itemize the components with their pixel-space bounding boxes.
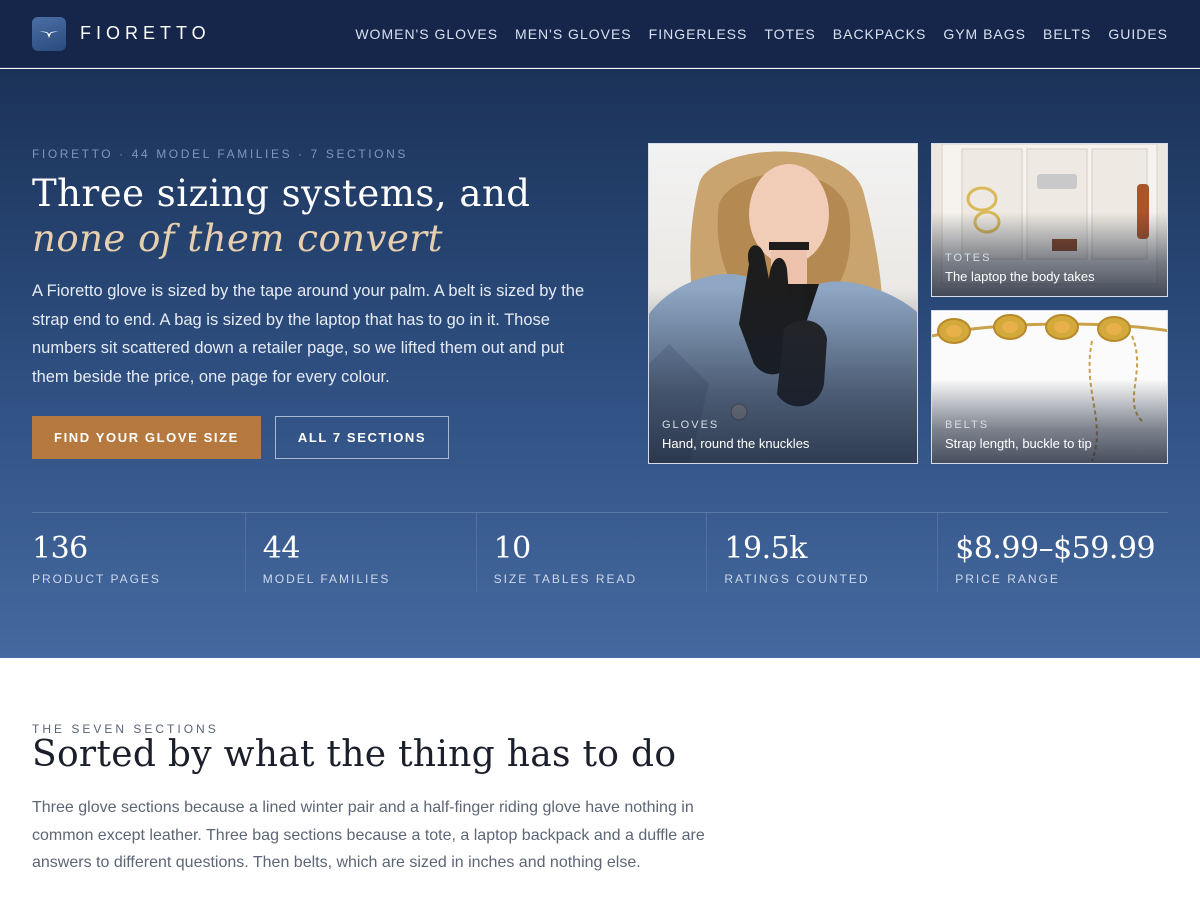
main-menu: WOMEN'S GLOVES MEN'S GLOVES FINGERLESS T…: [355, 26, 1168, 42]
stat-label: PRODUCT PAGES: [32, 572, 161, 586]
tile-totes-caption: TOTES The laptop the body takes: [945, 252, 1095, 284]
stat-price-range: $8.99–$59.99 PRICE RANGE: [937, 513, 1168, 592]
stat-label: SIZE TABLES READ: [493, 572, 638, 586]
stat-value: 136: [32, 531, 88, 566]
tile-belts-tag: BELTS: [945, 419, 990, 431]
tile-totes-tag: TOTES: [945, 252, 992, 264]
tile-gloves-desc: Hand, round the knuckles: [662, 436, 810, 451]
tile-totes[interactable]: TOTES The laptop the body takes: [931, 143, 1168, 297]
nav-link-womens-gloves[interactable]: WOMEN'S GLOVES: [355, 26, 498, 42]
stat-label: MODEL FAMILIES: [262, 572, 391, 586]
nav-link-backpacks[interactable]: BACKPACKS: [833, 26, 927, 42]
nav-link-guides[interactable]: GUIDES: [1108, 26, 1168, 42]
all-sections-button[interactable]: ALL 7 SECTIONS: [275, 416, 449, 459]
stat-ratings: 19.5k RATINGS COUNTED: [706, 513, 937, 592]
hero-headline: Three sizing systems, and none of them c…: [32, 171, 612, 261]
find-glove-size-button[interactable]: FIND YOUR GLOVE SIZE: [32, 416, 261, 459]
top-nav: FIORETTO WOMEN'S GLOVES MEN'S GLOVES FIN…: [0, 0, 1200, 68]
stat-value: 19.5k: [724, 531, 807, 566]
tile-belts-caption: BELTS Strap length, buckle to tip: [945, 419, 1092, 451]
stats-row: 136 PRODUCT PAGES 44 MODEL FAMILIES 10 S…: [32, 512, 1168, 592]
wing-logo-icon[interactable]: [32, 16, 66, 51]
sections-body: Three glove sections because a lined win…: [32, 799, 705, 871]
headline-plain: Three sizing systems, and: [32, 172, 531, 215]
tile-gloves-tag: GLOVES: [662, 419, 720, 431]
sections-title: Sorted by what the thing has to do: [32, 734, 677, 775]
tile-totes-desc: The laptop the body takes: [945, 269, 1095, 284]
stat-product-pages: 136 PRODUCT PAGES: [32, 513, 245, 592]
tile-belts-desc: Strap length, buckle to tip: [945, 436, 1092, 451]
nav-link-gym-bags[interactable]: GYM BAGS: [943, 26, 1026, 42]
hero-section: FIORETTO · 44 MODEL FAMILIES · 7 SECTION…: [0, 69, 1200, 658]
stat-value: 10: [493, 531, 532, 566]
tile-gloves[interactable]: GLOVES Hand, round the knuckles: [648, 143, 918, 464]
hero-lead: A Fioretto glove is sized by the tape ar…: [32, 282, 585, 386]
hero-eyebrow: FIORETTO · 44 MODEL FAMILIES · 7 SECTION…: [32, 147, 408, 161]
stat-value: 44: [262, 531, 301, 566]
nav-link-totes[interactable]: TOTES: [764, 26, 815, 42]
brand-name[interactable]: FIORETTO: [80, 23, 211, 44]
stat-value: $8.99–$59.99: [955, 531, 1156, 566]
stat-size-tables: 10 SIZE TABLES READ: [475, 513, 707, 592]
headline-accent: none of them convert: [32, 217, 443, 260]
tile-belts[interactable]: BELTS Strap length, buckle to tip: [931, 310, 1168, 464]
stat-model-families: 44 MODEL FAMILIES: [244, 513, 476, 592]
nav-link-mens-gloves[interactable]: MEN'S GLOVES: [515, 26, 632, 42]
nav-link-belts[interactable]: BELTS: [1043, 26, 1091, 42]
tile-gloves-caption: GLOVES Hand, round the knuckles: [662, 419, 809, 451]
stat-label: PRICE RANGE: [955, 572, 1060, 586]
nav-link-fingerless[interactable]: FINGERLESS: [649, 26, 748, 42]
stat-label: RATINGS COUNTED: [724, 572, 870, 586]
